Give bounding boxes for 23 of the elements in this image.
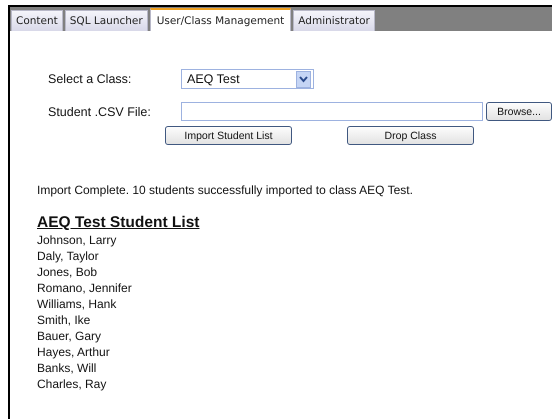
tab[interactable]: Content [11,10,63,31]
tab[interactable]: SQL Launcher [64,10,148,31]
student-name: Smith, Ike [37,312,92,328]
tab[interactable]: Administrator [293,10,375,31]
browse-button[interactable]: Browse... [486,102,552,121]
status-message: Import Complete. 10 students successfully imported to class AEQ Test. [37,183,414,197]
file-path-field[interactable] [181,102,483,121]
list-title: AEQ Test Student List [37,214,200,232]
student-name: Johnson, Larry [37,232,118,248]
action-button[interactable]: Drop Class [347,126,474,145]
action-button[interactable]: Import Student List [165,126,292,145]
student-name: Bauer, Gary [37,328,102,344]
student-name: Daly, Taylor [37,248,100,264]
class-dropdown[interactable]: AEQ Test [181,69,314,89]
student-name: Jones, Bob [37,264,98,280]
student-name: Charles, Ray [37,376,108,392]
student-name: Romano, Jennifer [37,280,133,296]
student-name: Banks, Will [37,360,98,376]
field-label: Student .CSV File: [48,104,152,118]
student-name: Williams, Hank [37,296,118,312]
student-name: Hayes, Arthur [37,344,111,360]
tab[interactable]: User/Class Management [150,8,292,31]
field-label: Select a Class: [48,72,132,86]
